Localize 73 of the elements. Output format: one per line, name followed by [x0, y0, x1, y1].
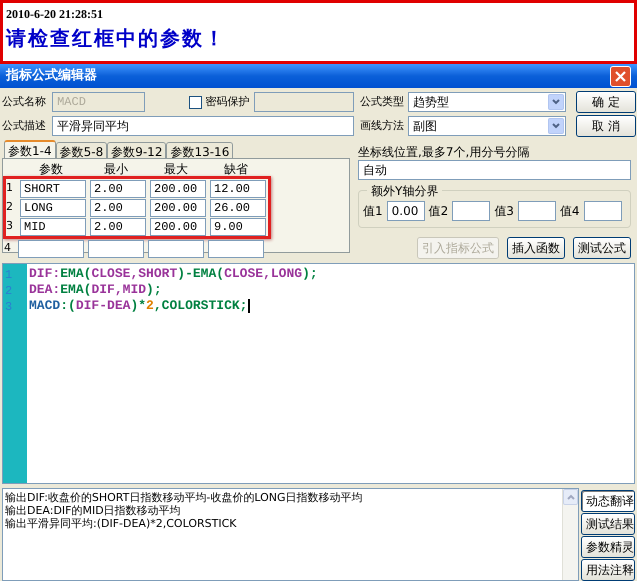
value-label: 值1	[363, 203, 383, 220]
scrollbar[interactable]	[562, 489, 578, 580]
param-field[interactable]: 2.00	[90, 180, 146, 198]
row-number: 4	[4, 240, 12, 256]
side-button[interactable]: 测试结果	[581, 513, 635, 535]
line-number: 1	[4, 267, 14, 282]
line-number: 2	[4, 283, 14, 298]
draw-method-select[interactable]: 副图	[408, 116, 566, 136]
notice-message: 请检查红框中的参数！	[6, 25, 227, 52]
value-field[interactable]	[518, 201, 556, 221]
value-field[interactable]	[452, 201, 490, 221]
param-field[interactable]: SHORT	[20, 180, 86, 198]
code-line: MACD:(DIF-DEA)*2,COLORSTICK;	[29, 298, 318, 314]
output-line: 输出DIF:收盘价的SHORT日指数移动平均-收盘价的LONG日指数移动平均	[5, 491, 364, 504]
close-button[interactable]	[610, 66, 631, 86]
code-line: DIF:EMA(CLOSE,SHORT)-EMA(CLOSE,LONG);	[29, 266, 318, 282]
side-button[interactable]: 参数精灵	[581, 536, 635, 558]
param-field[interactable]	[208, 240, 264, 258]
output-line: 输出平滑异同平均:(DIF-DEA)*2,COLORSTICK	[5, 517, 238, 530]
side-button[interactable]: 用法注释	[581, 559, 635, 581]
close-icon	[615, 70, 626, 82]
value-label: 值4	[560, 203, 580, 220]
column-header: 最小	[103, 161, 129, 176]
row-number: 3	[6, 218, 14, 234]
password-field[interactable]	[254, 92, 354, 112]
column-header: 参数	[38, 161, 64, 176]
description-label: 公式描述	[2, 118, 47, 134]
description-field[interactable]: 平滑异同平均	[52, 116, 354, 136]
value-field[interactable]	[584, 201, 622, 221]
side-button[interactable]: 动态翻译	[581, 490, 635, 512]
column-header: 最大	[163, 161, 189, 176]
tab[interactable]: 参数13-16	[166, 142, 234, 158]
row-number: 1	[6, 180, 14, 196]
param-field[interactable]: 200.00	[150, 198, 206, 216]
axis-label: 坐标线位置,最多7个,用分号分隔	[358, 144, 530, 160]
row-number: 2	[6, 199, 14, 216]
code-line: DEA:EMA(DIF,MID);	[29, 282, 163, 298]
type-label: 公式类型	[360, 94, 404, 110]
draw-method-label: 画线方法	[360, 118, 404, 134]
value-label: 值3	[494, 203, 514, 220]
confirm-button[interactable]: 确 定	[576, 91, 636, 113]
value-label: 值2	[428, 203, 448, 220]
param-field[interactable]: 12.00	[210, 180, 266, 198]
password-checkbox[interactable]: 密码保护	[188, 94, 250, 110]
param-field[interactable]: 200.00	[150, 180, 206, 198]
param-field[interactable]	[88, 240, 144, 258]
column-header: 缺省	[223, 161, 249, 176]
code-editor[interactable]: 1 2 3 DIF:EMA(CLOSE,SHORT)-EMA(CLOSE,LONG); DEA:EMA(DIF,MID); MACD:(DIF-DEA)*2,COLORSTICK;	[2, 263, 635, 484]
param-field[interactable]: 9.00	[210, 218, 266, 236]
cancel-button[interactable]: 取 消	[576, 115, 636, 137]
param-field[interactable]: 2.00	[90, 198, 146, 216]
line-number: 3	[4, 299, 14, 314]
param-field[interactable]	[148, 240, 204, 258]
param-field[interactable]: 2.00	[90, 218, 146, 236]
param-field[interactable]: MID	[20, 218, 86, 236]
param-field[interactable]	[18, 240, 84, 258]
param-field[interactable]: 200.00	[150, 218, 206, 236]
scroll-up-icon[interactable]	[563, 489, 578, 505]
tab[interactable]: 参数1-4	[4, 140, 56, 158]
tab[interactable]: 参数9-12	[107, 142, 166, 158]
name-label: 公式名称	[2, 94, 47, 110]
type-select[interactable]: 趋势型	[408, 92, 566, 112]
value-field[interactable]: 0.00	[386, 201, 425, 221]
param-field[interactable]: 26.00	[210, 198, 266, 216]
tab[interactable]: 参数5-8	[56, 142, 108, 158]
window-title: 指标公式编辑器	[6, 66, 97, 86]
param-field[interactable]: LONG	[20, 198, 86, 216]
axis-field[interactable]: 自动	[358, 160, 631, 180]
tool-button[interactable]: 测试公式	[573, 237, 631, 259]
output-line: 输出DEA:DIF的MID日指数移动平均	[5, 504, 182, 517]
group-title: 额外Y轴分界	[367, 182, 442, 200]
timestamp: 2010-6-20 21:28:51	[6, 6, 104, 23]
tool-button[interactable]: 插入函数	[507, 237, 565, 259]
